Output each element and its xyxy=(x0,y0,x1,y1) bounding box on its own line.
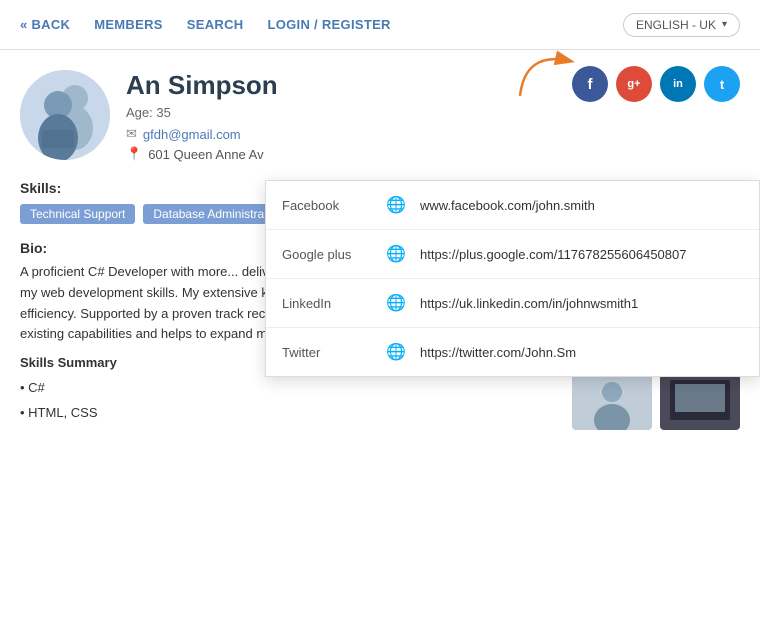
facebook-letter: f xyxy=(588,76,593,93)
globe-icon-facebook: 🌐 xyxy=(384,193,408,217)
pin-icon: 📍 xyxy=(126,146,142,162)
social-popup: Facebook 🌐 www.facebook.com/john.smith G… xyxy=(265,180,760,377)
mail-icon: ✉ xyxy=(126,126,137,142)
globe-icon-googleplus: 🌐 xyxy=(384,242,408,266)
globe-icon-linkedin: 🌐 xyxy=(384,291,408,315)
search-link[interactable]: SEARCH xyxy=(187,17,244,32)
skill-tag: Technical Support xyxy=(20,204,135,224)
avatar xyxy=(20,70,110,160)
linkedin-icon-button[interactable]: in xyxy=(660,66,696,102)
twitter-icon-button[interactable]: t xyxy=(704,66,740,102)
popup-googleplus-url: https://plus.google.com/1176782556064508… xyxy=(420,247,743,262)
photo-thumb-1 xyxy=(572,370,652,430)
twitter-letter: t xyxy=(720,77,724,92)
profile-age: Age: 35 xyxy=(126,105,740,120)
popup-twitter-label: Twitter xyxy=(282,345,372,360)
linkedin-letter: in xyxy=(673,78,683,90)
profile-header: An Simpson Age: 35 ✉ gfdh@gmail.com 📍 60… xyxy=(0,50,760,172)
language-selector[interactable]: ENGLISH - UK ▾ xyxy=(623,13,740,37)
popup-facebook-label: Facebook xyxy=(282,198,372,213)
popup-row-facebook: Facebook 🌐 www.facebook.com/john.smith xyxy=(266,181,759,230)
photos-row xyxy=(572,370,740,430)
googleplus-letter: g+ xyxy=(627,78,640,90)
login-link[interactable]: LOGIN / REGISTER xyxy=(267,17,390,32)
arrow-decoration xyxy=(515,46,585,106)
page-wrapper: An Simpson Age: 35 ✉ gfdh@gmail.com 📍 60… xyxy=(0,50,760,640)
social-icons-top: f g+ in t xyxy=(572,66,740,102)
profile-email: ✉ gfdh@gmail.com xyxy=(126,126,740,142)
popup-linkedin-url: https://uk.linkedin.com/in/johnwsmith1 xyxy=(420,296,743,311)
members-link[interactable]: MEMBERS xyxy=(94,17,163,32)
popup-googleplus-label: Google plus xyxy=(282,247,372,262)
profile-address: 📍 601 Queen Anne Av xyxy=(126,146,740,162)
globe-icon-twitter: 🌐 xyxy=(384,340,408,364)
photo-thumb-2 xyxy=(660,370,740,430)
popup-linkedin-label: LinkedIn xyxy=(282,296,372,311)
nav-bar: « BACK MEMBERS SEARCH LOGIN / REGISTER E… xyxy=(0,0,760,50)
skill-tag: Database Administra... xyxy=(143,204,284,224)
caret-icon: ▾ xyxy=(722,19,727,30)
popup-row-googleplus: Google plus 🌐 https://plus.google.com/11… xyxy=(266,230,759,279)
popup-facebook-url: www.facebook.com/john.smith xyxy=(420,198,743,213)
popup-row-twitter: Twitter 🌐 https://twitter.com/John.Sm xyxy=(266,328,759,376)
back-link[interactable]: « BACK xyxy=(20,17,70,32)
address-value: 601 Queen Anne Av xyxy=(148,147,263,162)
email-value: gfdh@gmail.com xyxy=(143,127,241,142)
googleplus-icon-button[interactable]: g+ xyxy=(616,66,652,102)
popup-row-linkedin: LinkedIn 🌐 https://uk.linkedin.com/in/jo… xyxy=(266,279,759,328)
popup-twitter-url: https://twitter.com/John.Sm xyxy=(420,345,743,360)
language-label: ENGLISH - UK xyxy=(636,18,716,32)
